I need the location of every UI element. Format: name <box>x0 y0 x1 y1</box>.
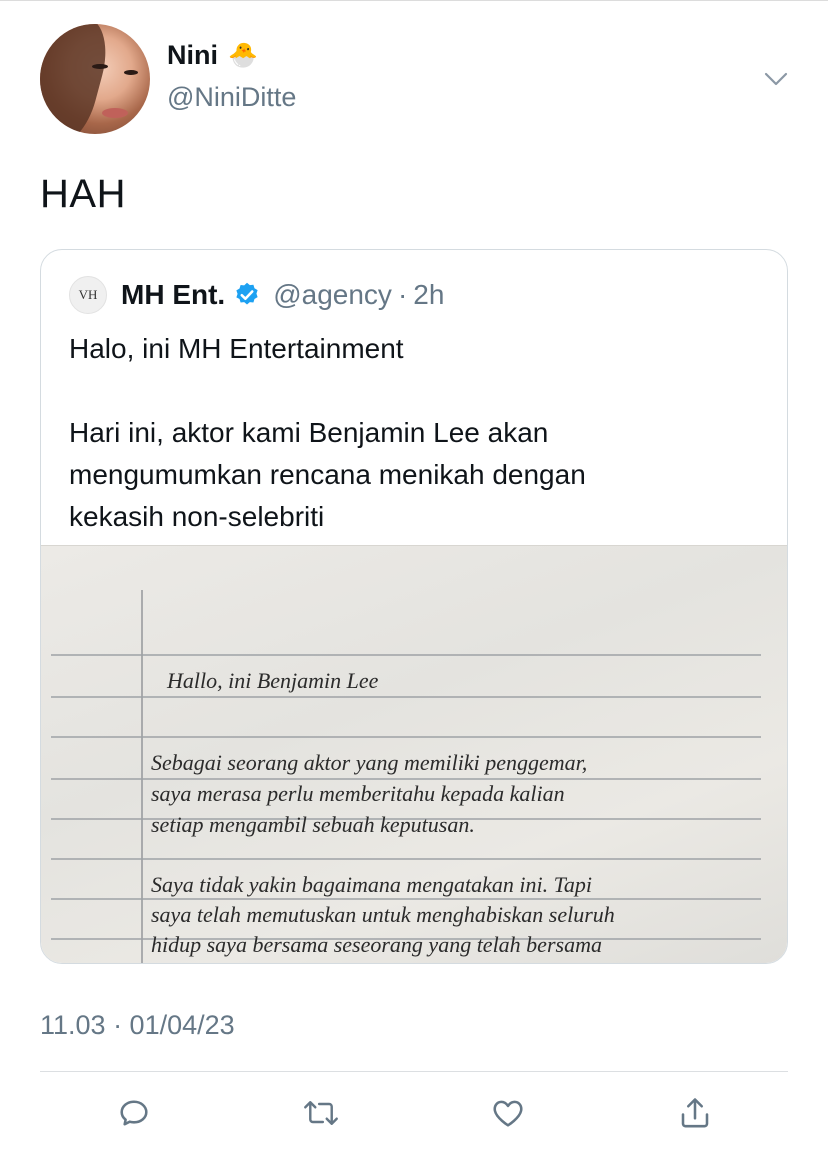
quoted-author-handle: @agency <box>273 279 392 310</box>
author-name-row[interactable]: Nini 🐣 <box>167 40 258 71</box>
like-icon <box>493 1100 523 1127</box>
letter-image[interactable]: Hallo, ini Benjamin Lee Sebagai seorang … <box>41 545 787 963</box>
author-name[interactable]: Nini <box>167 40 218 71</box>
quoted-tweet-text: Halo, ini MH Entertainment Hari ini, akt… <box>69 328 759 538</box>
letter-rule <box>51 858 761 860</box>
letter-text: hidup saya bersama seseorang yang telah … <box>151 932 602 957</box>
letter-margin-line <box>141 590 143 963</box>
letter-text: saya merasa perlu memberitahu kepada kal… <box>151 781 565 806</box>
separator-dot: · <box>397 279 408 310</box>
quoted-line: Halo, ini MH Entertainment <box>69 333 404 364</box>
retweet-icon <box>304 1101 338 1125</box>
letter-text: Saya tidak yakin bagaimana mengatakan in… <box>151 872 592 897</box>
tweet-text: HAH <box>40 172 126 216</box>
letter-rule <box>51 778 761 780</box>
agency-logo: VH <box>69 276 107 314</box>
verified-badge-icon <box>236 282 258 305</box>
tweet-timestamp[interactable]: 11.03 · 01/04/23 <box>40 1010 235 1041</box>
letter-rule <box>51 696 761 698</box>
quoted-tweet[interactable]: VH MH Ent. @agency · 2h Halo, ini MH Ent… <box>40 249 788 964</box>
letter-rule <box>51 898 761 900</box>
letter-rule <box>51 736 761 738</box>
letter-text: Hallo, ini Benjamin Lee <box>167 668 379 693</box>
chevron-down-icon[interactable] <box>763 66 789 92</box>
chick-emoji: 🐣 <box>228 41 258 69</box>
like-button[interactable] <box>488 1093 528 1133</box>
quoted-line: Hari ini, aktor kami Benjamin Lee akan <box>69 417 549 448</box>
quoted-line: mengumumkan rencana menikah dengan <box>69 459 586 490</box>
reply-button[interactable] <box>114 1093 154 1133</box>
letter-text: setiap mengambil sebuah keputusan. <box>151 812 475 837</box>
letter-text: saya telah memutuskan untuk menghabiskan… <box>151 902 615 927</box>
share-button[interactable] <box>675 1093 715 1133</box>
reply-icon <box>120 1100 148 1126</box>
share-icon <box>681 1098 709 1128</box>
quoted-tweet-header: VH MH Ent. @agency · 2h <box>69 275 444 315</box>
divider <box>40 1071 788 1072</box>
quoted-author-name: MH Ent. <box>121 279 226 310</box>
letter-text: Sebagai seorang aktor yang memiliki peng… <box>151 750 588 775</box>
quoted-time: 2h <box>413 279 445 310</box>
quoted-line: kekasih non-selebriti <box>69 501 325 532</box>
top-divider <box>0 0 828 1</box>
avatar[interactable] <box>40 24 150 134</box>
author-handle[interactable]: @NiniDitte <box>167 82 296 113</box>
letter-rule <box>51 654 761 656</box>
retweet-button[interactable] <box>301 1093 341 1133</box>
